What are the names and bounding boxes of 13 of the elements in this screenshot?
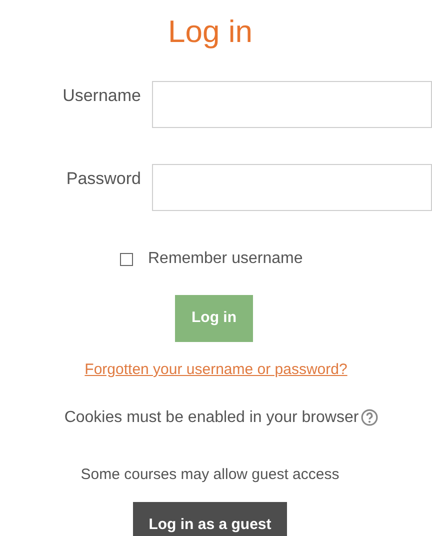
login-button[interactable]: Log in [175,295,253,342]
username-field[interactable] [152,81,432,128]
password-field[interactable] [152,164,432,211]
checkbox[interactable] [120,252,133,266]
field-label: Password [65,168,141,190]
help-icon[interactable] [360,409,378,426]
guest-login-button[interactable]: Log in as a guest [133,502,287,536]
field-label: Username [62,85,141,107]
guest-access-note: Some courses may allow guest access [80,464,340,484]
forgot-password-link[interactable]: Forgotten your username or password? [84,359,348,382]
checkbox-label: Remember username [148,249,303,269]
cookies-note: Cookies must be enabled in your browser [64,408,359,428]
page-title: Log in [168,15,252,49]
